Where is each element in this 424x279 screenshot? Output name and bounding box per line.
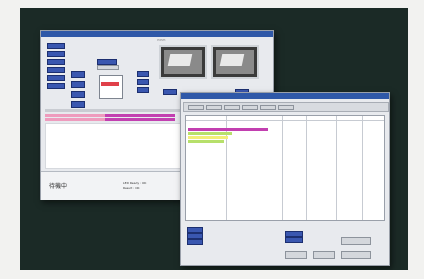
toolbar-button-6[interactable] (278, 105, 294, 110)
grid-row-4[interactable] (188, 140, 224, 143)
data-grid[interactable] (185, 115, 385, 221)
results-row-1[interactable] (45, 114, 105, 117)
mode-button-2[interactable] (71, 81, 85, 88)
toolbar-button-4[interactable] (242, 105, 258, 110)
grid-col-line-5 (362, 116, 363, 220)
action-button-3[interactable] (341, 237, 371, 245)
left-menu-button-1[interactable] (47, 43, 65, 49)
camera-1-object (167, 54, 193, 66)
footer-line-1: LED Ready : OK (123, 181, 147, 185)
range-button-1[interactable] (137, 71, 149, 77)
right-app-window (180, 92, 390, 266)
camera-1-button[interactable] (163, 89, 177, 95)
grid-col-line-4 (336, 116, 337, 220)
camera-preview-2 (211, 45, 259, 79)
left-menu-button-3[interactable] (47, 59, 65, 65)
action-button-4[interactable] (341, 251, 371, 259)
footer-line-2: Result : OK (123, 186, 140, 190)
status-text: 待機中 (49, 183, 68, 190)
bottom-mid-button-2[interactable] (285, 237, 303, 243)
grid-col-line-3 (306, 116, 307, 220)
grid-row-3[interactable] (188, 136, 228, 139)
mode-button-3[interactable] (71, 91, 85, 98)
bottom-left-button-3[interactable] (187, 239, 203, 245)
camera-1-label: ▭▭▭ (157, 38, 166, 42)
selection-popup[interactable] (99, 75, 123, 99)
right-window-titlebar (181, 93, 389, 99)
toolbar-button-1[interactable] (188, 105, 204, 110)
mode-button-1[interactable] (71, 71, 85, 78)
photo-background: ▭▭▭ 待機中 LED Ready : OK Result : OK (20, 8, 408, 270)
mode-button-4[interactable] (71, 101, 85, 108)
results-row-2[interactable] (45, 118, 105, 121)
left-window-titlebar (41, 31, 273, 37)
grid-col-line-2 (282, 116, 283, 220)
left-menu-button-4[interactable] (47, 67, 65, 73)
left-menu-button-2[interactable] (47, 51, 65, 57)
left-menu-button-6[interactable] (47, 83, 65, 89)
camera-preview-1 (159, 45, 207, 79)
selected-item-highlight[interactable] (101, 82, 119, 86)
right-toolbar (183, 102, 389, 112)
toolbar-button-3[interactable] (224, 105, 240, 110)
left-menu-button-5[interactable] (47, 75, 65, 81)
action-button-2[interactable] (313, 251, 335, 259)
toolbar-button-2[interactable] (206, 105, 222, 110)
grid-row-2[interactable] (188, 132, 232, 135)
toolbar-button-5[interactable] (260, 105, 276, 110)
results-row-2-ext[interactable] (105, 118, 175, 121)
range-button-2[interactable] (137, 79, 149, 85)
grid-row-1[interactable] (188, 128, 268, 131)
settings-field[interactable] (97, 65, 119, 70)
grid-header-line (186, 120, 384, 121)
action-button-1[interactable] (285, 251, 307, 259)
results-table-area (45, 123, 197, 169)
camera-2-object (219, 54, 245, 66)
results-row-1-ext[interactable] (105, 114, 175, 117)
range-button-3[interactable] (137, 87, 149, 93)
